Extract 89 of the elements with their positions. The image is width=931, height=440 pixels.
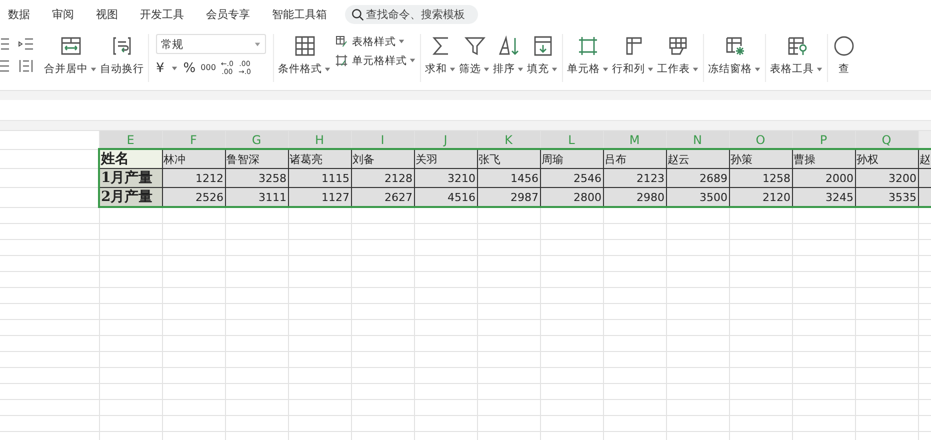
cell-style-icon (334, 53, 349, 68)
table-cell: 林冲 (164, 152, 186, 166)
table-cell: 孙策 (730, 152, 752, 166)
table-cell: 诸葛亮 (290, 152, 322, 166)
table-cell: 2987 (510, 190, 538, 204)
search-icon (351, 8, 364, 20)
table-cell: 2800 (574, 190, 602, 204)
table-cell: 2128 (384, 172, 412, 184)
caret-icon (483, 66, 490, 72)
grid-icon (292, 34, 316, 58)
caret-icon (754, 66, 761, 72)
caret-icon (551, 66, 558, 72)
ribbon-button[interactable]: 条件格式 (277, 30, 332, 78)
table-cell: 关羽 (416, 152, 438, 166)
table-cell: 曹操 (794, 152, 816, 166)
table-cell: 赵云 (668, 152, 690, 166)
table-style-icon (334, 34, 349, 49)
table-cell: 吕布 (604, 152, 626, 166)
thousands-button[interactable]: 000 (200, 64, 216, 72)
table-cell: 3258 (258, 172, 286, 184)
table-cell: 2546 (574, 172, 602, 184)
table-cell: 孙权 (856, 152, 878, 166)
caret-icon (409, 57, 416, 64)
number-format-dropdown[interactable]: 常规 (156, 34, 266, 54)
table-cell: 1115 (322, 172, 350, 184)
ribbon-button[interactable]: 求和 (424, 30, 457, 78)
ribbon-button[interactable]: 排序 (492, 30, 525, 78)
caret-icon (449, 66, 456, 72)
table-cell: 2123 (636, 172, 664, 184)
table-cell: 2627 (384, 190, 412, 204)
table-cell: 3210 (448, 172, 476, 184)
table-cell: 3535 (888, 190, 916, 204)
table-cell: 赵 (920, 152, 930, 166)
table-cell: 1258 (762, 172, 790, 184)
distribute-icon[interactable] (18, 58, 34, 74)
ribbon-button[interactable]: 单元格 (566, 30, 610, 78)
increase-indent-icon[interactable] (18, 36, 34, 52)
menu-tab[interactable]: 开发工具 (140, 6, 195, 22)
search-field[interactable]: 查找命令、搜索模板 (345, 4, 478, 24)
cell-frame-icon (576, 34, 600, 58)
table-cell: 刘备 (352, 152, 374, 166)
ribbon-button[interactable]: 自动换行 (99, 30, 145, 78)
table-cell: 1212 (196, 172, 224, 184)
table-cell: 4516 (448, 190, 476, 204)
ribbon-button[interactable]: 合并居中 (43, 30, 98, 78)
caret-icon (324, 66, 331, 72)
ribbon-button[interactable]: 筛选 (458, 30, 491, 78)
caret-icon (254, 40, 261, 48)
table-cell: 1127 (322, 190, 350, 204)
table-cell: 张飞 (478, 152, 500, 166)
menu-tab[interactable]: 审阅 (52, 6, 85, 22)
caret-icon (602, 66, 609, 72)
ribbon-button[interactable]: 表格工具 (769, 30, 824, 78)
table-cell: 2月产量 (101, 189, 153, 205)
caret-icon (647, 66, 654, 72)
menu-tab[interactable]: 智能工具箱 (272, 6, 338, 22)
ribbon-button[interactable]: 工作表 (656, 30, 700, 78)
ribbon-button[interactable]: 填充 (526, 30, 559, 78)
ribbon-button[interactable]: 表格样式 (333, 34, 417, 49)
table-cell: 3111 (258, 190, 286, 204)
circle-icon (832, 34, 856, 58)
table-cell: 2526 (196, 190, 224, 204)
caret-icon (692, 66, 699, 72)
currency-button[interactable]: ¥ (156, 62, 164, 74)
ribbon-button[interactable]: 查 (831, 30, 857, 78)
caret-icon (517, 66, 524, 72)
caret-icon (171, 64, 178, 72)
table-cell: 2120 (762, 190, 790, 204)
table-cell: 周瑜 (542, 152, 564, 166)
table-cell: 1月产量 (101, 170, 153, 186)
menu-tab[interactable]: 数据 (8, 6, 41, 22)
ribbon-button[interactable]: 冻结窗格 (707, 30, 762, 78)
caret-icon (398, 38, 405, 45)
ribbon-button[interactable]: 行和列 (611, 30, 655, 78)
table-cell: 3200 (888, 172, 916, 184)
table-cell: 1456 (510, 172, 538, 184)
table-cell: 鲁智深 (226, 152, 260, 166)
caret-icon (90, 66, 97, 72)
menu-tab[interactable]: 视图 (96, 6, 129, 22)
percent-button[interactable]: % (183, 62, 196, 74)
table-cell: 3500 (700, 190, 728, 204)
table-cell: 2689 (700, 172, 728, 184)
table-cell: 2000 (826, 172, 854, 184)
table-cell: 姓名 (101, 151, 129, 167)
table-cell: 2980 (636, 190, 664, 204)
caret-icon (816, 66, 823, 72)
menu-tab[interactable]: 会员专享 (206, 6, 261, 22)
table-cell: 3245 (826, 190, 854, 204)
ribbon-button[interactable]: 单元格样式 (333, 53, 417, 68)
